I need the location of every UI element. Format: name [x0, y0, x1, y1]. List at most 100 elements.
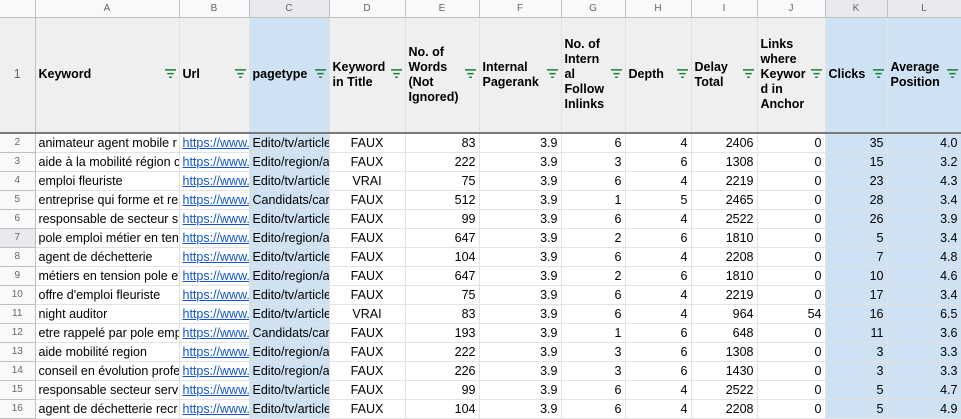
cell-keyword-in-title[interactable]: FAUX: [329, 323, 406, 343]
cell-average-position[interactable]: 3.2: [887, 152, 961, 172]
header-cell-internal-pagerank[interactable]: Internal Pagerank: [479, 17, 562, 134]
cell-pagetype[interactable]: Edito/region/a: [249, 342, 330, 362]
cell-keyword-in-title[interactable]: FAUX: [329, 342, 406, 362]
cell-keyword[interactable]: etre rappelé par pole emp: [35, 323, 180, 343]
cell-clicks[interactable]: 28: [825, 190, 888, 210]
cell-delay-total[interactable]: 2522: [691, 209, 758, 229]
cell-keyword[interactable]: pole emploi métier en ten: [35, 228, 180, 248]
cell-follow-inlinks[interactable]: 2: [561, 266, 626, 286]
cell-follow-inlinks[interactable]: 3: [561, 342, 626, 362]
cell-anchor-links[interactable]: 0: [757, 266, 826, 286]
cell-delay-total[interactable]: 2522: [691, 380, 758, 400]
cell-keyword-in-title[interactable]: FAUX: [329, 133, 406, 153]
row-number[interactable]: 16: [0, 399, 36, 419]
filter-funnel-icon[interactable]: [390, 68, 402, 80]
cell-keyword[interactable]: animateur agent mobile r: [35, 133, 180, 153]
cell-anchor-links[interactable]: 0: [757, 171, 826, 191]
cell-delay-total[interactable]: 1810: [691, 266, 758, 286]
cell-clicks[interactable]: 16: [825, 304, 888, 324]
cell-clicks[interactable]: 23: [825, 171, 888, 191]
cell-depth[interactable]: 6: [625, 266, 692, 286]
cell-keyword-in-title[interactable]: FAUX: [329, 380, 406, 400]
cell-clicks[interactable]: 10: [825, 266, 888, 286]
cell-clicks[interactable]: 5: [825, 380, 888, 400]
cell-anchor-links[interactable]: 0: [757, 247, 826, 267]
cell-anchor-links[interactable]: 0: [757, 209, 826, 229]
cell-url[interactable]: https://www.: [179, 152, 250, 172]
row-number[interactable]: 15: [0, 380, 36, 400]
cell-keyword-in-title[interactable]: FAUX: [329, 190, 406, 210]
cell-url[interactable]: https://www.: [179, 209, 250, 229]
cell-pagetype[interactable]: Edito/region/a: [249, 266, 330, 286]
row-number[interactable]: 7: [0, 228, 36, 248]
column-header-g[interactable]: G: [561, 0, 626, 18]
cell-word-count[interactable]: 104: [405, 247, 480, 267]
cell-follow-inlinks[interactable]: 6: [561, 247, 626, 267]
filter-funnel-icon[interactable]: [872, 68, 884, 80]
cell-internal-pagerank[interactable]: 3.9: [479, 133, 562, 153]
cell-follow-inlinks[interactable]: 2: [561, 228, 626, 248]
cell-pagetype[interactable]: Edito/tv/article: [249, 247, 330, 267]
cell-follow-inlinks[interactable]: 6: [561, 399, 626, 419]
cell-word-count[interactable]: 647: [405, 266, 480, 286]
cell-url[interactable]: https://www.: [179, 247, 250, 267]
cell-delay-total[interactable]: 2208: [691, 399, 758, 419]
cell-clicks[interactable]: 26: [825, 209, 888, 229]
column-header-h[interactable]: H: [625, 0, 692, 18]
cell-depth[interactable]: 4: [625, 304, 692, 324]
cell-average-position[interactable]: 4.9: [887, 399, 961, 419]
cell-keyword[interactable]: emploi fleuriste: [35, 171, 180, 191]
cell-keyword[interactable]: agent de déchetterie: [35, 247, 180, 267]
cell-url[interactable]: https://www.: [179, 133, 250, 153]
column-header-a[interactable]: A: [35, 0, 180, 18]
header-cell-word-count[interactable]: No. of Words (Not Ignored): [405, 17, 480, 134]
cell-anchor-links[interactable]: 0: [757, 399, 826, 419]
filter-funnel-icon[interactable]: [314, 68, 326, 80]
cell-depth[interactable]: 6: [625, 228, 692, 248]
cell-average-position[interactable]: 3.6: [887, 323, 961, 343]
cell-url[interactable]: https://www.: [179, 228, 250, 248]
cell-keyword[interactable]: night auditor: [35, 304, 180, 324]
cell-clicks[interactable]: 5: [825, 228, 888, 248]
select-all-corner[interactable]: [0, 0, 36, 18]
cell-clicks[interactable]: 11: [825, 323, 888, 343]
cell-follow-inlinks[interactable]: 3: [561, 152, 626, 172]
cell-internal-pagerank[interactable]: 3.9: [479, 266, 562, 286]
cell-clicks[interactable]: 7: [825, 247, 888, 267]
cell-word-count[interactable]: 512: [405, 190, 480, 210]
cell-keyword[interactable]: responsable de secteur s: [35, 209, 180, 229]
cell-keyword-in-title[interactable]: FAUX: [329, 247, 406, 267]
row-number[interactable]: 5: [0, 190, 36, 210]
cell-depth[interactable]: 4: [625, 133, 692, 153]
cell-internal-pagerank[interactable]: 3.9: [479, 323, 562, 343]
cell-internal-pagerank[interactable]: 3.9: [479, 399, 562, 419]
cell-word-count[interactable]: 104: [405, 399, 480, 419]
cell-url[interactable]: https://www.: [179, 323, 250, 343]
cell-pagetype[interactable]: Edito/region/a: [249, 361, 330, 381]
cell-average-position[interactable]: 4.3: [887, 171, 961, 191]
cell-follow-inlinks[interactable]: 1: [561, 323, 626, 343]
cell-url[interactable]: https://www.: [179, 304, 250, 324]
cell-follow-inlinks[interactable]: 1: [561, 190, 626, 210]
cell-delay-total[interactable]: 2208: [691, 247, 758, 267]
cell-keyword-in-title[interactable]: VRAI: [329, 171, 406, 191]
filter-funnel-icon[interactable]: [676, 68, 688, 80]
cell-anchor-links[interactable]: 0: [757, 380, 826, 400]
header-cell-delay-total[interactable]: Delay Total: [691, 17, 758, 134]
cell-keyword[interactable]: entreprise qui forme et re: [35, 190, 180, 210]
cell-follow-inlinks[interactable]: 3: [561, 361, 626, 381]
cell-word-count[interactable]: 647: [405, 228, 480, 248]
cell-delay-total[interactable]: 2406: [691, 133, 758, 153]
header-cell-clicks[interactable]: Clicks: [825, 17, 888, 134]
row-number[interactable]: 1: [0, 17, 36, 134]
cell-keyword-in-title[interactable]: FAUX: [329, 399, 406, 419]
cell-follow-inlinks[interactable]: 6: [561, 304, 626, 324]
cell-internal-pagerank[interactable]: 3.9: [479, 190, 562, 210]
cell-delay-total[interactable]: 1810: [691, 228, 758, 248]
cell-average-position[interactable]: 3.3: [887, 361, 961, 381]
column-header-f[interactable]: F: [479, 0, 562, 18]
filter-funnel-icon[interactable]: [234, 68, 246, 80]
cell-average-position[interactable]: 6.5: [887, 304, 961, 324]
filter-funnel-icon[interactable]: [546, 68, 558, 80]
cell-follow-inlinks[interactable]: 6: [561, 380, 626, 400]
